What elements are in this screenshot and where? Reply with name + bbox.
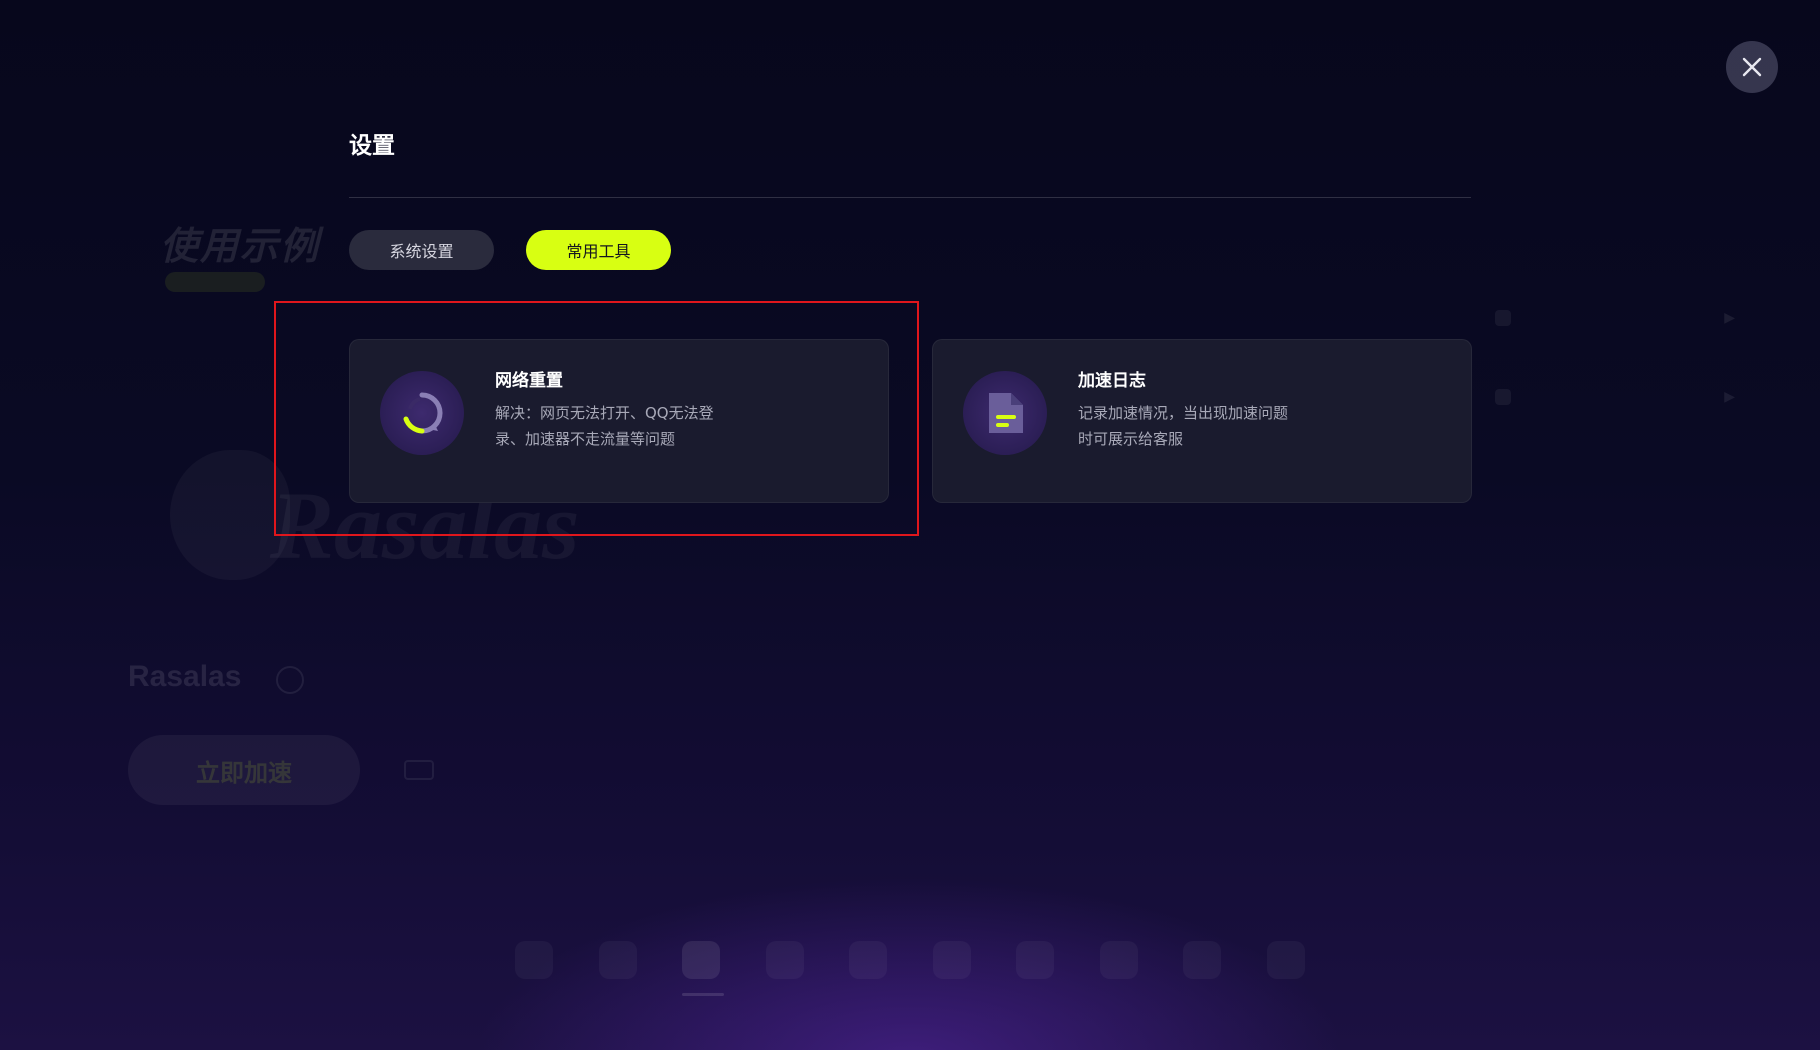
tool-description-line: 解决：网页无法打开、QQ无法登 <box>495 404 714 422</box>
settings-tabs: 系统设置 常用工具 <box>349 230 671 270</box>
page-title: 设置 <box>349 133 395 159</box>
sidebar-item: ▶ <box>1495 305 1735 331</box>
close-icon <box>1742 57 1762 77</box>
sidebar-item: ▶ <box>1495 384 1735 410</box>
tool-description: 记录加速情况，当出现加速问题 时可展示给客服 <box>1078 400 1338 452</box>
keyboard-icon <box>1016 941 1055 979</box>
tab-system-settings[interactable]: 系统设置 <box>349 230 494 270</box>
active-tab-indicator <box>682 993 724 996</box>
tab-common-tools[interactable]: 常用工具 <box>526 230 671 270</box>
tool-title: 网络重置 <box>495 371 563 391</box>
pie-icon <box>1099 941 1138 979</box>
tool-description-line: 记录加速情况，当出现加速问题 <box>1078 404 1289 422</box>
bottom-platform-bar <box>515 930 1305 990</box>
sidebar-item-icon <box>1495 310 1511 326</box>
playstation-icon <box>515 941 553 979</box>
settings-toggle-icon <box>404 760 434 780</box>
game-name: Rasalas <box>128 660 242 693</box>
bird-icon <box>849 941 888 979</box>
close-button[interactable] <box>1726 41 1778 93</box>
plus-icon <box>1266 941 1305 979</box>
document-icon <box>963 371 1047 455</box>
game-verified-icon <box>276 666 304 694</box>
chevron-right-icon: ▶ <box>1724 389 1735 405</box>
promo-banner-title: 使用示例 <box>160 226 321 268</box>
chevron-right-icon: ▶ <box>1724 310 1735 326</box>
refresh-icon <box>380 371 464 455</box>
sidebar-item-icon <box>1495 389 1511 405</box>
network-reset-card[interactable]: 网络重置 解决：网页无法打开、QQ无法登 录、加速器不走流量等问题 <box>349 339 889 503</box>
tool-description: 解决：网页无法打开、QQ无法登 录、加速器不走流量等问题 <box>495 400 755 452</box>
tool-description-line: 录、加速器不走流量等问题 <box>495 430 676 448</box>
acceleration-log-card[interactable]: 加速日志 记录加速情况，当出现加速问题 时可展示给客服 <box>932 339 1472 503</box>
accelerate-button: 立即加速 <box>128 735 360 805</box>
gamepad-icon <box>682 941 721 979</box>
twitch-icon <box>598 941 637 979</box>
tool-title: 加速日志 <box>1078 371 1146 391</box>
promo-banner-tag <box>165 272 265 292</box>
tool-description-line: 时可展示给客服 <box>1078 430 1184 448</box>
valorant-icon <box>765 941 804 979</box>
controller-icon <box>1183 941 1222 979</box>
title-divider <box>349 197 1471 198</box>
steam-icon <box>932 941 971 979</box>
tool-cards: 网络重置 解决：网页无法打开、QQ无法登 录、加速器不走流量等问题 加速日志 记… <box>349 339 1472 503</box>
